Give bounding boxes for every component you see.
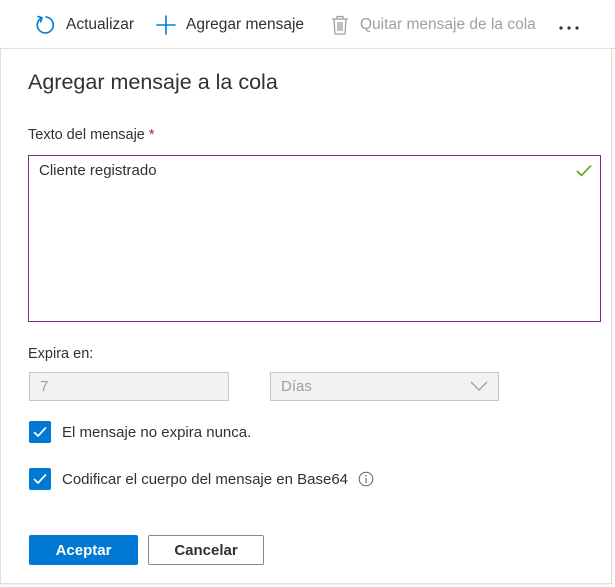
message-text-label: Texto del mensaje * bbox=[28, 127, 155, 143]
dequeue-message-label: Quitar mensaje de la cola bbox=[360, 16, 536, 33]
plus-icon bbox=[154, 13, 178, 37]
add-message-label: Agregar mensaje bbox=[186, 16, 305, 33]
expires-label: Expira en: bbox=[28, 346, 94, 362]
more-icon bbox=[558, 18, 580, 36]
chevron-down-icon bbox=[470, 378, 488, 395]
valid-check-icon bbox=[576, 164, 592, 183]
command-bar: Actualizar Agregar mensaje Quitar mensaj… bbox=[0, 0, 615, 49]
cancel-button[interactable]: Cancelar bbox=[148, 535, 264, 565]
base64-option: Codificar el cuerpo del mensaje en Base6… bbox=[29, 468, 374, 490]
trash-icon bbox=[328, 13, 352, 37]
refresh-button[interactable]: Actualizar bbox=[34, 12, 134, 38]
message-text-field bbox=[28, 155, 601, 322]
base64-label: Codificar el cuerpo del mensaje en Base6… bbox=[62, 470, 349, 488]
more-button[interactable] bbox=[555, 14, 583, 40]
message-text-label-text: Texto del mensaje bbox=[28, 127, 145, 143]
expires-unit-value: Días bbox=[281, 378, 312, 395]
never-expires-label: El mensaje no expira nunca. bbox=[62, 423, 252, 441]
never-expires-checkbox[interactable] bbox=[29, 421, 51, 443]
info-icon[interactable] bbox=[358, 471, 374, 487]
expires-number-input[interactable]: 7 bbox=[29, 372, 229, 401]
refresh-icon bbox=[34, 13, 58, 37]
add-message-button[interactable]: Agregar mensaje bbox=[154, 12, 304, 38]
required-marker: * bbox=[148, 127, 155, 143]
checkmark-icon bbox=[33, 427, 47, 437]
refresh-label: Actualizar bbox=[66, 16, 135, 33]
base64-checkbox[interactable] bbox=[29, 468, 51, 490]
accept-button[interactable]: Aceptar bbox=[29, 535, 138, 565]
checkmark-icon bbox=[33, 474, 47, 484]
panel-title: Agregar mensaje a la cola bbox=[28, 70, 278, 94]
message-textarea[interactable] bbox=[29, 156, 600, 321]
add-message-panel: Agregar mensaje a la cola Texto del mens… bbox=[0, 48, 612, 584]
expires-unit-select[interactable]: Días bbox=[270, 372, 499, 401]
never-expires-option: El mensaje no expira nunca. bbox=[29, 421, 251, 443]
dequeue-message-button[interactable]: Quitar mensaje de la cola bbox=[328, 12, 536, 38]
